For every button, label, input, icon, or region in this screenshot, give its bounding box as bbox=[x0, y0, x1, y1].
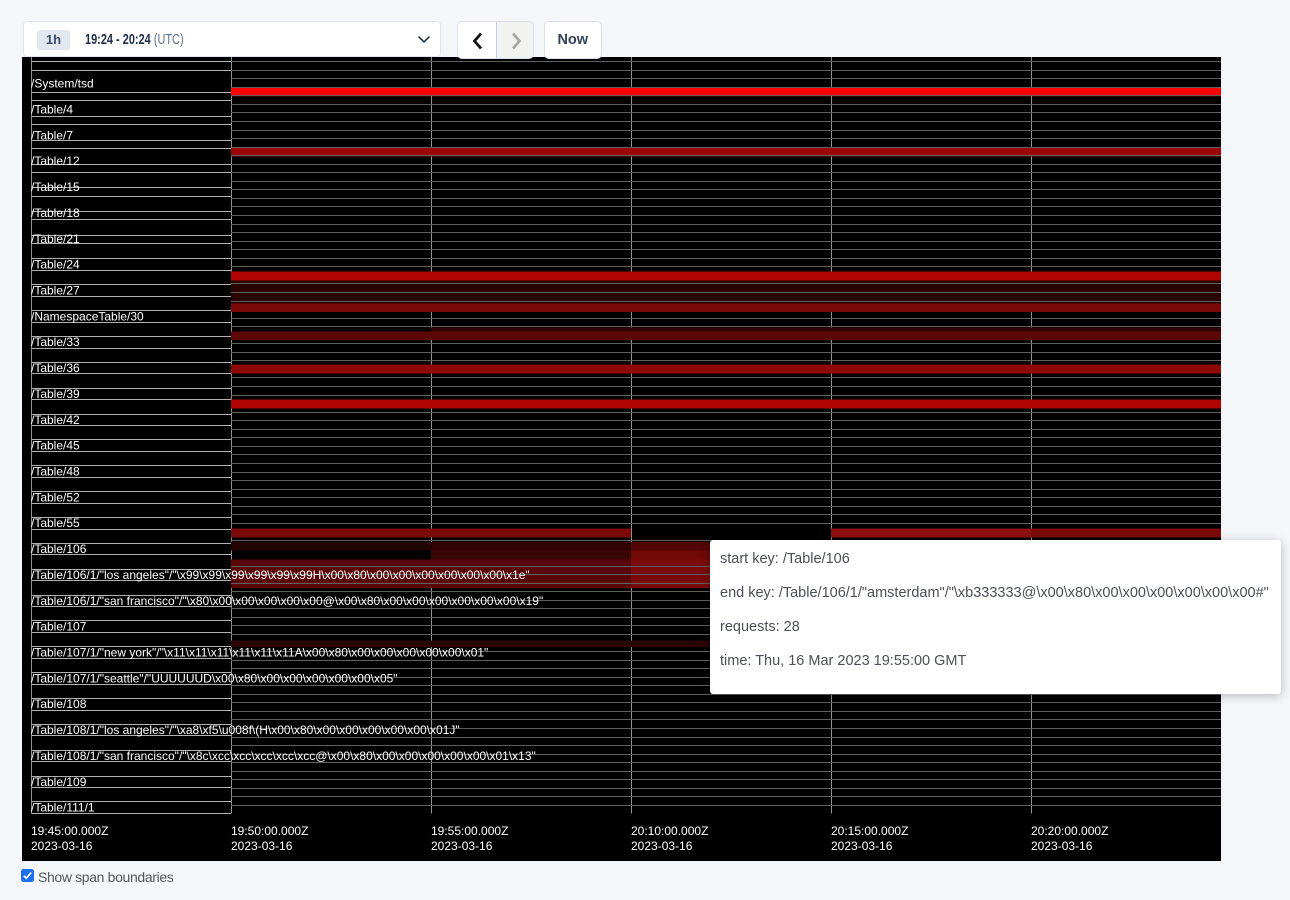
svg-text:/Table/24: /Table/24 bbox=[31, 258, 80, 272]
svg-text:/Table/36: /Table/36 bbox=[31, 361, 80, 375]
svg-text:/Table/109: /Table/109 bbox=[31, 775, 87, 789]
svg-text:/Table/39: /Table/39 bbox=[31, 387, 80, 401]
svg-text:2023-03-16: 2023-03-16 bbox=[831, 839, 893, 853]
svg-text:/Table/45: /Table/45 bbox=[31, 439, 80, 453]
svg-text:/Table/12: /Table/12 bbox=[31, 154, 80, 168]
svg-text:/Table/107/1/"seattle"/"UUUUUU: /Table/107/1/"seattle"/"UUUUUUD\x00\x80\… bbox=[31, 671, 398, 685]
svg-text:/Table/108/1/"los angeles"/"\x: /Table/108/1/"los angeles"/"\xa8\xf5\u00… bbox=[31, 723, 460, 737]
svg-text:/Table/106/1/"los angeles"/"\x: /Table/106/1/"los angeles"/"\x99\x99\x99… bbox=[31, 568, 530, 582]
svg-text:/Table/4: /Table/4 bbox=[31, 103, 73, 117]
svg-text:2023-03-16: 2023-03-16 bbox=[31, 839, 93, 853]
svg-text:/Table/42: /Table/42 bbox=[31, 413, 80, 427]
svg-text:/Table/21: /Table/21 bbox=[31, 232, 80, 246]
svg-text:/Table/107/1/"new york"/"\x11\: /Table/107/1/"new york"/"\x11\x11\x11\x1… bbox=[31, 646, 488, 660]
svg-text:/Table/33: /Table/33 bbox=[31, 335, 80, 349]
svg-text:/Table/15: /Table/15 bbox=[31, 180, 80, 194]
svg-text:/Table/111/1: /Table/111/1 bbox=[31, 801, 95, 815]
svg-text:19:50:00.000Z: 19:50:00.000Z bbox=[231, 824, 308, 838]
svg-text:/Table/18: /Table/18 bbox=[31, 206, 80, 220]
svg-text:/Table/27: /Table/27 bbox=[31, 284, 80, 298]
svg-text:19:45:00.000Z: 19:45:00.000Z bbox=[31, 824, 108, 838]
svg-text:/System/tsd: /System/tsd bbox=[31, 77, 94, 91]
svg-text:/Table/108/1/"san francisco"/": /Table/108/1/"san francisco"/"\x8c\xcc\x… bbox=[31, 749, 536, 763]
svg-text:/Table/52: /Table/52 bbox=[31, 490, 80, 504]
svg-text:19:55:00.000Z: 19:55:00.000Z bbox=[431, 824, 508, 838]
svg-text:2023-03-16: 2023-03-16 bbox=[1031, 839, 1093, 853]
svg-text:/Table/108: /Table/108 bbox=[31, 697, 87, 711]
svg-text:/Table/7: /Table/7 bbox=[31, 128, 73, 142]
svg-text:20:10:00.000Z: 20:10:00.000Z bbox=[631, 824, 708, 838]
svg-text:/Table/107: /Table/107 bbox=[31, 620, 87, 634]
svg-text:/Table/106: /Table/106 bbox=[31, 542, 87, 556]
svg-text:20:20:00.000Z: 20:20:00.000Z bbox=[1031, 824, 1108, 838]
svg-text:2023-03-16: 2023-03-16 bbox=[431, 839, 493, 853]
svg-text:/Table/48: /Table/48 bbox=[31, 465, 80, 479]
svg-text:/Table/106/1/"san francisco"/": /Table/106/1/"san francisco"/"\x80\x00\x… bbox=[31, 594, 543, 608]
svg-text:/NamespaceTable/30: /NamespaceTable/30 bbox=[31, 309, 144, 323]
svg-text:/Table/55: /Table/55 bbox=[31, 516, 80, 530]
svg-text:2023-03-16: 2023-03-16 bbox=[231, 839, 293, 853]
svg-text:2023-03-16: 2023-03-16 bbox=[631, 839, 693, 853]
svg-text:20:15:00.000Z: 20:15:00.000Z bbox=[831, 824, 908, 838]
